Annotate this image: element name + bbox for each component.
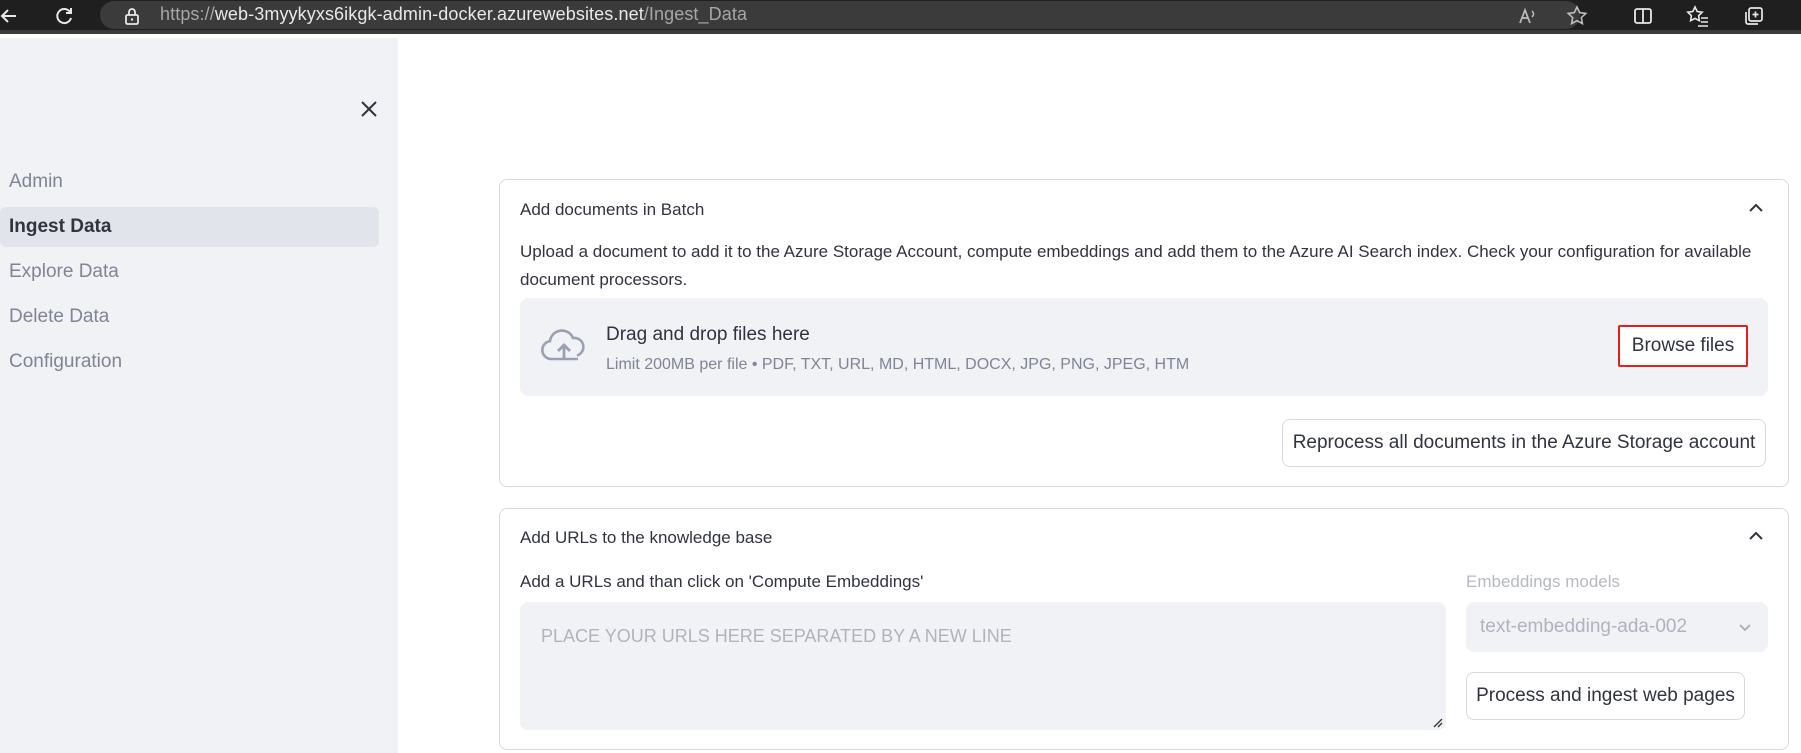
reprocess-documents-button[interactable]: Reprocess all documents in the Azure Sto… (1282, 419, 1766, 467)
process-web-pages-button[interactable]: Process and ingest web pages (1466, 672, 1745, 720)
refresh-icon[interactable] (51, 3, 77, 29)
file-dropzone[interactable]: Drag and drop files here Limit 200MB per… (520, 298, 1768, 396)
dropzone-title: Drag and drop files here (606, 324, 810, 345)
sidebar: Admin Ingest Data Explore Data Delete Da… (0, 38, 398, 753)
browse-files-button[interactable]: Browse files (1618, 325, 1748, 367)
sidebar-item-explore-data[interactable]: Explore Data (0, 252, 379, 292)
urls-input-label: Add a URLs and than click on 'Compute Em… (520, 572, 924, 591)
embeddings-model-select[interactable]: text-embedding-ada-002 (1466, 602, 1768, 652)
url-host: web-3myykyxs6ikgk-admin-docker.azurewebs… (214, 4, 644, 24)
sidebar-item-ingest-data[interactable]: Ingest Data (0, 207, 379, 247)
chevron-up-icon[interactable] (1746, 198, 1766, 218)
collections-icon[interactable] (1741, 3, 1767, 29)
split-screen-icon[interactable] (1630, 3, 1656, 29)
url-ingest-title[interactable]: Add URLs to the knowledge base (520, 528, 772, 548)
url-scheme: https:// (160, 4, 215, 24)
favorite-star-icon[interactable] (1564, 3, 1590, 29)
back-arrow-icon[interactable] (0, 3, 22, 29)
batch-upload-title[interactable]: Add documents in Batch (520, 200, 704, 220)
dropzone-file-limit: Limit 200MB per file • PDF, TXT, URL, MD… (606, 356, 1190, 373)
read-aloud-icon[interactable] (1515, 3, 1541, 29)
browser-toolbar: https://web-3myykyxs6ikgk-admin-docker.a… (0, 0, 1801, 34)
embeddings-model-label: Embeddings models (1466, 572, 1621, 591)
close-sidebar-button[interactable] (355, 95, 383, 123)
url-ingest-expander: Add URLs to the knowledge base Add a URL… (499, 508, 1789, 750)
urls-textarea[interactable] (520, 602, 1446, 730)
url-path: /Ingest_Data (643, 4, 748, 24)
sidebar-item-admin[interactable]: Admin (0, 162, 379, 202)
chevron-down-icon (1739, 624, 1751, 632)
address-bar-url: https://web-3myykyxs6ikgk-admin-docker.a… (160, 4, 747, 25)
favorites-list-icon[interactable] (1685, 3, 1711, 29)
chevron-up-icon[interactable] (1746, 526, 1766, 546)
close-icon (361, 101, 377, 117)
batch-upload-expander: Add documents in Batch Upload a document… (499, 179, 1789, 487)
batch-upload-description: Upload a document to add it to the Azure… (520, 242, 1752, 289)
resize-handle-icon[interactable] (1432, 717, 1443, 728)
sidebar-item-configuration[interactable]: Configuration (0, 342, 379, 382)
lock-icon[interactable] (119, 3, 145, 29)
sidebar-item-delete-data[interactable]: Delete Data (0, 297, 379, 337)
cloud-upload-icon (541, 329, 585, 361)
embeddings-model-value: text-embedding-ada-002 (1480, 616, 1688, 637)
